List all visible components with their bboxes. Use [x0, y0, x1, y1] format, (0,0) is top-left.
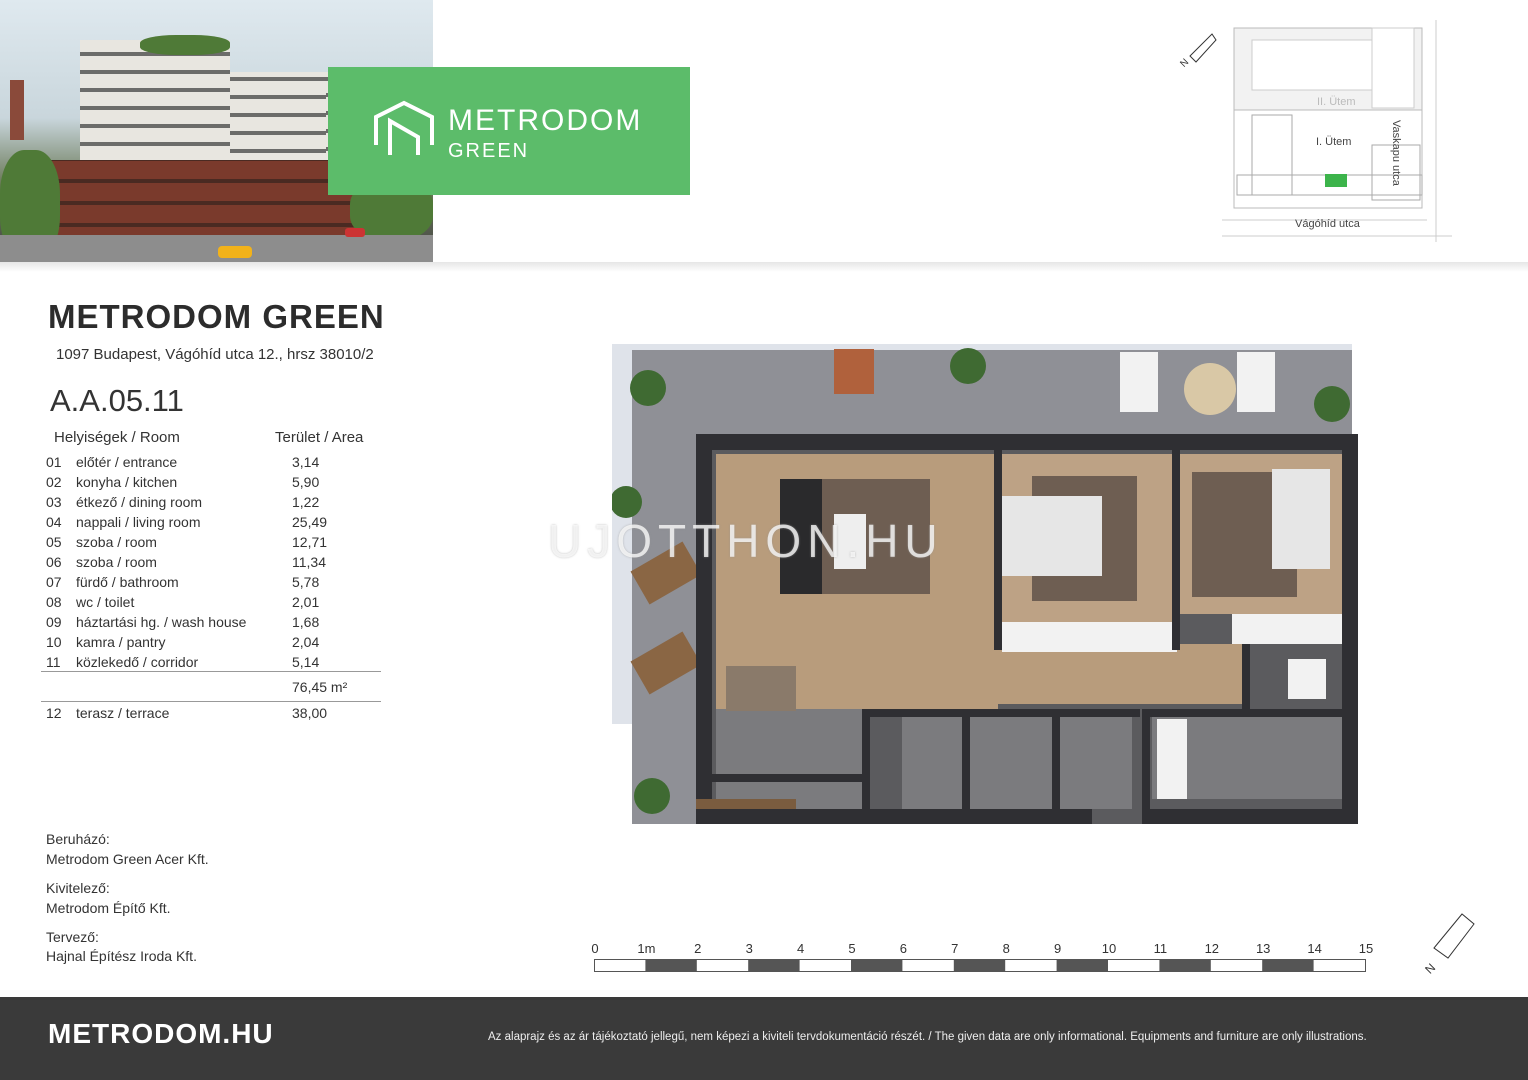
row-number: 07	[46, 574, 62, 590]
footer-disclaimer: Az alaprajz és az ár tájékoztató jellegű…	[488, 1031, 1367, 1043]
scale-tick-label: 5	[848, 941, 856, 956]
scale-tick-label: 12	[1204, 941, 1220, 956]
row-area: 5,14	[292, 654, 320, 670]
row-label: nappali / living room	[76, 514, 201, 530]
designer-label: Tervező:	[46, 929, 99, 945]
logo-wordmark: METRODOM	[448, 104, 643, 137]
row-number: 12	[46, 705, 62, 721]
watermark: UJOTTHON.HU	[548, 515, 944, 567]
row-number: 09	[46, 614, 62, 630]
total-area: 76,45 m²	[292, 679, 348, 695]
row-number: 05	[46, 534, 62, 550]
table-row: 03 étkező / dining room 1,22	[46, 494, 386, 514]
table-row: 05 szoba / room 12,71	[46, 534, 386, 554]
row-area: 12,71	[292, 534, 328, 550]
row-area: 5,78	[292, 574, 320, 590]
scale-tick-label: 7	[951, 941, 959, 956]
row-area: 1,68	[292, 614, 320, 630]
scale-tick-label: 9	[1053, 941, 1062, 956]
table-row: 10 kamra / pantry 2,04	[46, 634, 386, 654]
row-number: 08	[46, 594, 62, 610]
unit-number: A.A.05.11	[50, 383, 184, 418]
table-row: 06 szoba / room 11,34	[46, 554, 386, 574]
footer-website[interactable]: METRODOM.HU	[48, 1018, 274, 1050]
row-number: 02	[46, 474, 62, 490]
row-number: 03	[46, 494, 62, 510]
row-area: 25,49	[292, 514, 328, 530]
row-number: 04	[46, 514, 62, 530]
svg-text:N: N	[1422, 961, 1438, 977]
table-row: 09 háztartási hg. / wash house 1,68	[46, 614, 386, 634]
scale-tick-label: 3	[745, 941, 753, 956]
row-area: 11,34	[292, 554, 326, 570]
table-row: 02 konyha / kitchen 5,90	[46, 474, 386, 494]
contractor-name: Metrodom Építő Kft.	[46, 900, 171, 916]
floor-plan	[612, 344, 1358, 824]
row-number: 01	[46, 454, 62, 470]
row-number: 06	[46, 554, 62, 570]
site-map: II. Ütem I. Ütem Vaskapu utca Vágóhíd ut…	[1222, 20, 1452, 242]
table-header-room: Helyiségek / Room	[54, 429, 180, 446]
project-address: 1097 Budapest, Vágóhíd utca 12., hrsz 38…	[56, 346, 374, 363]
row-label: konyha / kitchen	[76, 474, 178, 490]
north-arrow-icon: N	[1178, 33, 1217, 68]
row-label: terasz / terrace	[76, 705, 170, 721]
scale-tick-label: 13	[1255, 941, 1271, 956]
north-arrow-icon: N	[1422, 913, 1475, 977]
table-divider	[41, 701, 381, 702]
scale-tick-label: 0	[591, 941, 599, 956]
table-row: 01 előtér / entrance 3,14	[46, 454, 386, 474]
scale-tick-label: 10	[1101, 941, 1117, 956]
scale-tick-label: 4	[796, 941, 805, 956]
header-divider	[0, 262, 1528, 272]
designer-name: Hajnal Építész Iroda Kft.	[46, 948, 197, 964]
scale-tick-label: 14	[1307, 941, 1322, 956]
scale-tick-label: 6	[899, 941, 908, 956]
row-label: előtér / entrance	[76, 454, 178, 470]
scale-bar-graphic	[594, 959, 1366, 972]
table-row: 04 nappali / living room 25,49	[46, 514, 386, 534]
scale-tick-label: 1m	[637, 941, 656, 956]
row-label: étkező / dining room	[76, 494, 203, 510]
street-bottom-label: Vágóhíd utca	[1295, 218, 1360, 230]
investor-label: Beruházó:	[46, 831, 110, 847]
scale-tick-label: 2	[694, 941, 702, 956]
street-right-label: Vaskapu utca	[1390, 120, 1402, 186]
row-number: 11	[46, 654, 61, 670]
project-title: METRODOM GREEN	[48, 298, 385, 335]
table-row: 08 wc / toilet 2,01	[46, 594, 386, 614]
row-label: közlekedő / corridor	[76, 654, 199, 670]
row-number: 10	[46, 634, 62, 650]
svg-text:N: N	[1178, 57, 1191, 68]
row-area: 2,04	[292, 634, 320, 650]
phase-2-label: II. Ütem	[1317, 96, 1356, 108]
row-label: háztartási hg. / wash house	[76, 614, 247, 630]
row-area: 5,90	[292, 474, 320, 490]
scale-tick-label: 11	[1153, 941, 1168, 956]
row-area: 3,14	[292, 454, 320, 470]
row-label: szoba / room	[76, 554, 157, 570]
row-area: 2,01	[292, 594, 320, 610]
row-label: kamra / pantry	[76, 634, 166, 650]
investor-name: Metrodom Green Acer Kft.	[46, 851, 209, 867]
logo-subword: GREEN	[448, 140, 530, 162]
phase-1-label: I. Ütem	[1316, 136, 1352, 148]
row-label: fürdő / bathroom	[76, 574, 179, 590]
metrodom-logo-icon	[374, 100, 434, 155]
table-row: 07 fürdő / bathroom 5,78	[46, 574, 386, 594]
scale-tick-label: 8	[1002, 941, 1010, 956]
table-header-area: Terület / Area	[275, 429, 364, 446]
row-label: szoba / room	[76, 534, 157, 550]
row-area: 1,22	[292, 494, 320, 510]
scale-tick-label: 15	[1358, 941, 1374, 956]
row-label: wc / toilet	[76, 594, 135, 610]
row-area: 38,00	[292, 705, 328, 721]
table-row: 12 terasz / terrace 38,00	[46, 705, 386, 725]
table-divider	[41, 671, 381, 672]
contractor-label: Kivitelező:	[46, 880, 110, 896]
